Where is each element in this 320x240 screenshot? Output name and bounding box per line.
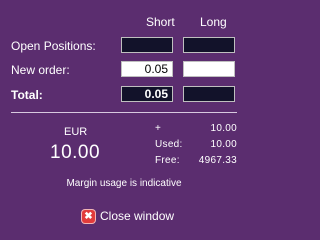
close-window-label: Close window	[100, 209, 175, 223]
open-positions-long-field	[183, 37, 235, 53]
margin-plus-label: +	[155, 123, 162, 134]
total-long-field	[183, 86, 235, 102]
margin-free-label: Free:	[155, 155, 180, 166]
margin-used-value: 10.00	[210, 139, 237, 150]
margin-used-label: Used:	[155, 139, 183, 150]
margin-note: Margin usage is indicative	[66, 178, 182, 189]
divider	[11, 112, 237, 113]
margin-plus-value: 10.00	[210, 123, 237, 134]
total-label: Total:	[11, 88, 43, 102]
new-order-short-input[interactable]: 0.05	[121, 61, 173, 77]
total-short-field: 0.05	[121, 86, 173, 102]
column-header-short: Short	[146, 15, 175, 29]
currency-label: EUR	[64, 126, 88, 138]
close-window-button[interactable]: ✖ Close window	[82, 208, 174, 224]
currency-value: 10.00	[50, 142, 101, 163]
open-positions-short-field	[121, 37, 173, 53]
open-positions-label: Open Positions:	[11, 39, 96, 53]
column-header-long: Long	[200, 15, 227, 29]
margin-free-value: 4967.33	[198, 155, 237, 166]
new-order-long-input[interactable]	[183, 61, 235, 77]
new-order-label: New order:	[11, 63, 70, 77]
close-icon: ✖	[82, 209, 95, 223]
